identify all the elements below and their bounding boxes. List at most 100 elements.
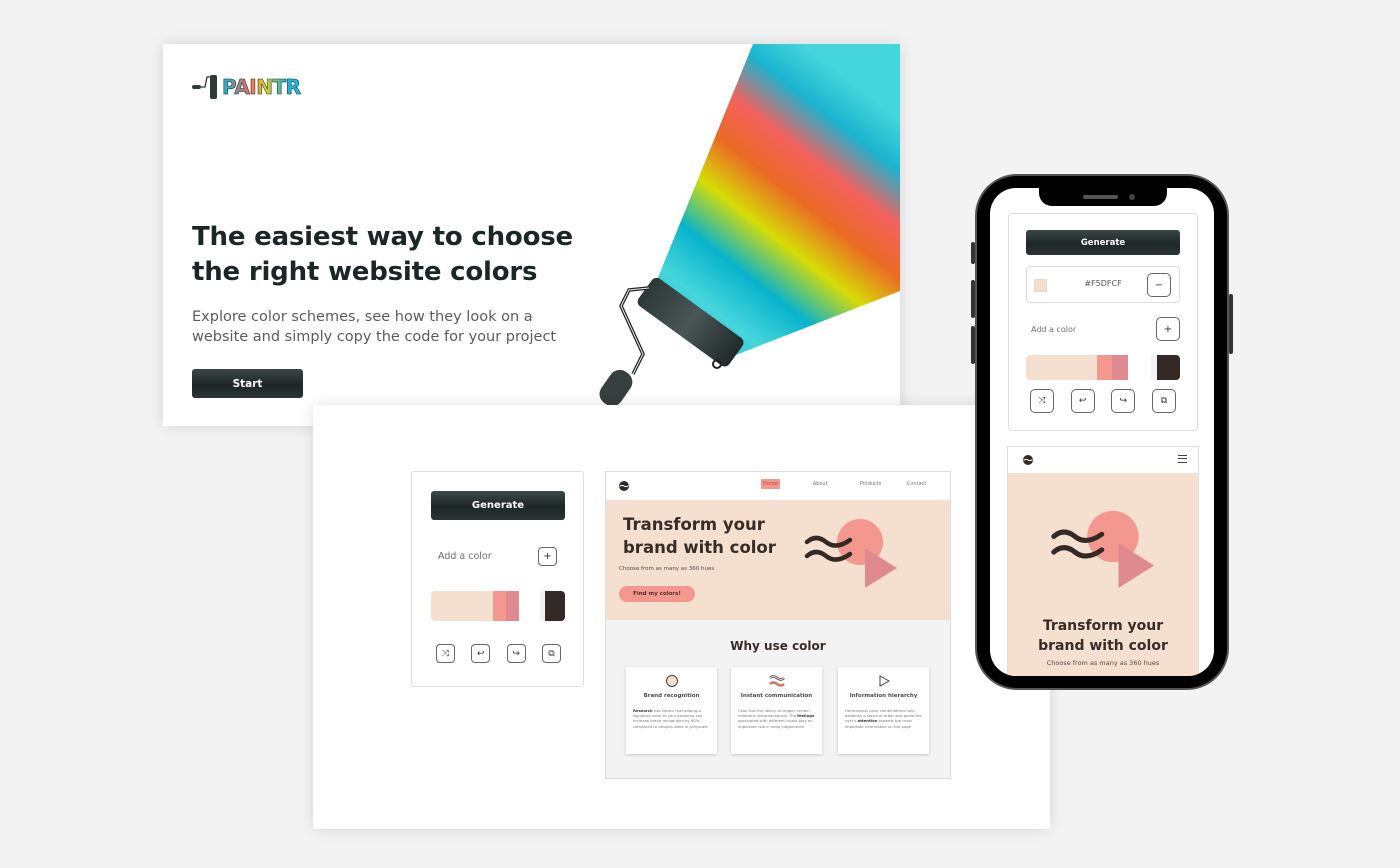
landing-page-card: PAINTR The easiest way to choose the rig…: [163, 44, 900, 426]
mobile-generate-button[interactable]: Generate: [1026, 230, 1180, 255]
find-colors-button[interactable]: Find my colors!: [619, 586, 695, 602]
shuffle-button[interactable]: ⤨: [436, 644, 455, 663]
phone-volume-up: [971, 280, 975, 318]
hero-headline: The easiest way to choose the right webs…: [192, 222, 573, 287]
paint-roller-logo-icon: [192, 75, 217, 99]
redo-button[interactable]: ↪: [1111, 389, 1136, 413]
card-title: Instant communication: [740, 693, 813, 699]
logo-text: PAINTR: [222, 75, 302, 100]
palette-swatch[interactable]: [492, 591, 507, 621]
mobile-palette-swatches[interactable]: [1026, 355, 1180, 380]
undo-button[interactable]: ↩: [1070, 389, 1095, 413]
feature-cards: Brand recognition Research has shown tha…: [626, 667, 929, 754]
mobile-hero: Transform your brand with color Choose f…: [1008, 473, 1198, 676]
palette-tools: ⤨ ↩ ↪ ⧉: [436, 644, 561, 663]
desktop-preview-card: Generate Add a color + ⤨ ↩ ↪ ⧉ Home About P…: [313, 405, 1050, 829]
waves-icon: [768, 675, 785, 687]
hero-subtitle: Explore color schemes, see how they look…: [192, 309, 557, 345]
undo-icon: ↩: [1078, 396, 1087, 406]
feature-card: Instant communication Color has the abil…: [731, 667, 822, 754]
add-color-button[interactable]: +: [538, 546, 557, 566]
palette-swatch[interactable]: [1096, 355, 1113, 380]
why-section-title: Why use color: [730, 639, 826, 653]
redo-button[interactable]: ↪: [506, 644, 526, 663]
palette-swatch[interactable]: [1156, 355, 1180, 380]
nav-about[interactable]: About: [813, 481, 860, 489]
speaker: [1083, 195, 1118, 199]
palette-swatches[interactable]: [431, 591, 565, 621]
palette-swatch[interactable]: [506, 591, 520, 621]
mobile-phone-mockup: Generate #F5DFCF − Add a color + ⤨ ↩ ↪ ⧉: [971, 174, 1233, 690]
palette-swatch[interactable]: [1112, 355, 1128, 380]
roller-handle: [599, 369, 633, 407]
nav-products[interactable]: Products: [860, 481, 907, 489]
feature-card: Information hierarchy Harmonious color c…: [838, 667, 929, 754]
palette-swatch[interactable]: [1127, 355, 1151, 380]
plus-icon: +: [1163, 323, 1173, 335]
nav-contact[interactable]: Contact: [907, 481, 950, 489]
hero-shapes-art: [1051, 510, 1155, 588]
triangle-shape: [1118, 543, 1155, 588]
hero-shapes-art: [804, 519, 897, 588]
feature-card: Brand recognition Research has shown tha…: [626, 667, 717, 754]
minus-icon: −: [1154, 279, 1164, 291]
palette-swatch[interactable]: [544, 591, 565, 621]
add-color-label: Add a color: [1031, 324, 1077, 334]
phone-screen: Generate #F5DFCF − Add a color + ⤨ ↩ ↪ ⧉: [990, 188, 1214, 676]
mobile-generator-panel: Generate #F5DFCF − Add a color + ⤨ ↩ ↪ ⧉: [1008, 213, 1198, 431]
mobile-add-color-row: Add a color +: [1031, 317, 1180, 341]
undo-button[interactable]: ↩: [471, 644, 491, 663]
copy-button[interactable]: ⧉: [541, 644, 561, 663]
phone-volume-down: [971, 326, 975, 364]
add-color-row: Add a color +: [438, 545, 557, 567]
start-button[interactable]: Start: [192, 369, 303, 398]
mobile-website-preview: Transform your brand with color Choose f…: [1007, 446, 1199, 676]
palette-swatch[interactable]: [431, 591, 493, 621]
add-color-label: Add a color: [438, 550, 492, 562]
card-text: Research has shown that adding a signatu…: [633, 708, 708, 729]
hamburger-menu-icon[interactable]: [1178, 455, 1187, 463]
copy-icon: ⧉: [548, 648, 555, 659]
selected-color-row: #F5DFCF −: [1026, 266, 1180, 303]
remove-color-button[interactable]: −: [1147, 273, 1171, 297]
card-title: Brand recognition: [643, 693, 700, 699]
paintr-logo[interactable]: PAINTR: [192, 74, 301, 100]
mobile-add-color-button[interactable]: +: [1156, 317, 1180, 341]
nav-links: Home About Products Contact: [761, 479, 950, 489]
site-logo-icon[interactable]: [619, 481, 629, 491]
site-logo-icon[interactable]: [1023, 455, 1033, 465]
triangle-shape: [865, 548, 897, 588]
plus-icon: +: [543, 550, 552, 562]
mobile-palette-tools: ⤨ ↩ ↪ ⧉: [1030, 389, 1176, 413]
copy-button[interactable]: ⧉: [1151, 389, 1176, 413]
mobile-hero-title: Transform your brand with color: [1038, 618, 1168, 654]
why-section: Why use color: [606, 620, 950, 653]
palette-swatch[interactable]: [519, 591, 540, 621]
phone-side-button: [971, 242, 975, 264]
card-text: Harmonious color combinations help estab…: [845, 708, 922, 729]
shuffle-icon: ⤨: [1038, 396, 1046, 406]
phone-notch: [1039, 188, 1167, 206]
preview-hero-title: Transform your brand with color: [623, 515, 776, 557]
card-text: Color has the ability to trigger certain…: [738, 708, 815, 729]
generate-button[interactable]: Generate: [431, 491, 565, 520]
website-preview: Home About Products Contact Transform yo…: [605, 471, 951, 779]
nav-home[interactable]: Home: [761, 479, 780, 489]
mobile-hero-subtitle: Choose from as many as 360 hues: [1046, 659, 1160, 667]
camera-icon: [1129, 194, 1135, 200]
palette-swatch[interactable]: [1026, 355, 1097, 380]
paint-roller-illustration: [599, 44, 900, 407]
preview-hero: Transform your brand with color Choose f…: [606, 500, 950, 620]
mobile-navbar: [1008, 447, 1198, 473]
redo-icon: ↪: [512, 648, 520, 659]
triangle-icon: [879, 675, 890, 687]
undo-icon: ↩: [477, 648, 485, 659]
circle-icon: [665, 675, 678, 687]
phone-power-button: [1229, 294, 1233, 354]
preview-navbar: Home About Products Contact: [606, 472, 950, 500]
shuffle-icon: ⤨: [441, 648, 450, 659]
card-title: Information hierarchy: [849, 693, 918, 699]
shuffle-button[interactable]: ⤨: [1030, 389, 1054, 413]
preview-hero-subtitle: Choose from as many as 360 hues: [619, 566, 715, 572]
redo-icon: ↪: [1119, 396, 1128, 406]
